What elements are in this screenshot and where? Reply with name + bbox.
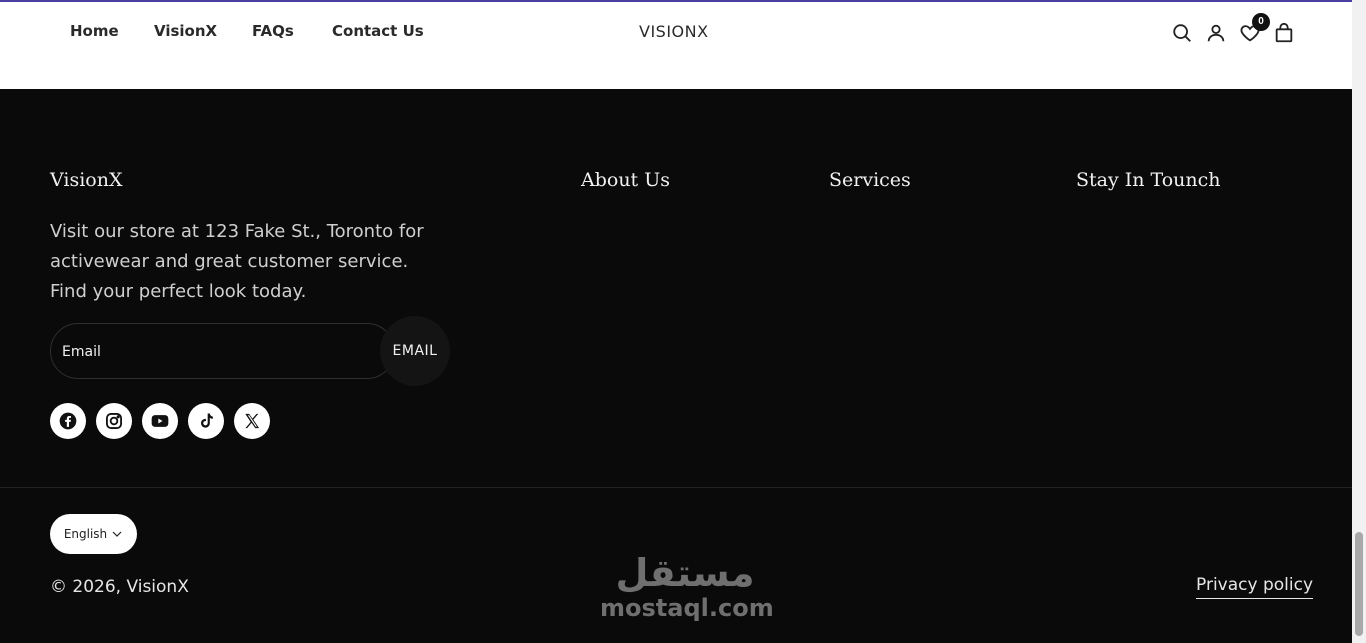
footer-col-about[interactable]: About Us [581, 169, 670, 191]
x-icon[interactable] [234, 403, 270, 439]
site-footer: VisionX Visit our store at 123 Fake St.,… [0, 89, 1352, 643]
footer-col-services[interactable]: Services [829, 169, 911, 191]
footer-divider [0, 487, 1352, 488]
language-selector[interactable]: English [50, 514, 137, 554]
mostaql-watermark: مستقل mostaql.com [600, 551, 774, 622]
email-submit-button[interactable]: EMAIL [380, 316, 450, 386]
page-scrollbar[interactable] [1352, 0, 1366, 643]
wishlist-count-badge: 0 [1252, 13, 1270, 31]
tiktok-icon[interactable] [188, 403, 224, 439]
nav-visionx-link[interactable]: VisionX [154, 22, 217, 40]
privacy-policy-link[interactable]: Privacy policy [1196, 575, 1313, 599]
facebook-icon[interactable] [50, 403, 86, 439]
footer-col-stay-in-touch[interactable]: Stay In Tounch [1076, 169, 1221, 191]
email-input[interactable] [50, 323, 395, 379]
copyright-text: © 2026, VisionX [50, 577, 189, 597]
nav-home-link[interactable]: Home [70, 22, 119, 40]
chevron-down-icon [112, 531, 122, 537]
header-logo[interactable]: VISIONX [639, 22, 709, 41]
cart-bag-icon[interactable] [1273, 22, 1295, 44]
instagram-icon[interactable] [96, 403, 132, 439]
nav-contact-link[interactable]: Contact Us [332, 22, 424, 40]
newsletter-form: EMAIL [50, 316, 450, 386]
footer-brand: VisionX [50, 169, 123, 191]
watermark-latin: mostaql.com [600, 594, 774, 622]
nav-faqs-link[interactable]: FAQs [252, 22, 294, 40]
site-header: Home VisionX FAQs Contact Us VISIONX 0 [0, 2, 1352, 89]
youtube-icon[interactable] [142, 403, 178, 439]
footer-description: Visit our store at 123 Fake St., Toronto… [50, 221, 424, 302]
watermark-arabic: مستقل [615, 551, 755, 595]
scrollbar-thumb[interactable] [1355, 532, 1363, 636]
search-icon[interactable] [1171, 22, 1193, 44]
account-icon[interactable] [1205, 22, 1227, 44]
language-label: English [63, 527, 108, 541]
